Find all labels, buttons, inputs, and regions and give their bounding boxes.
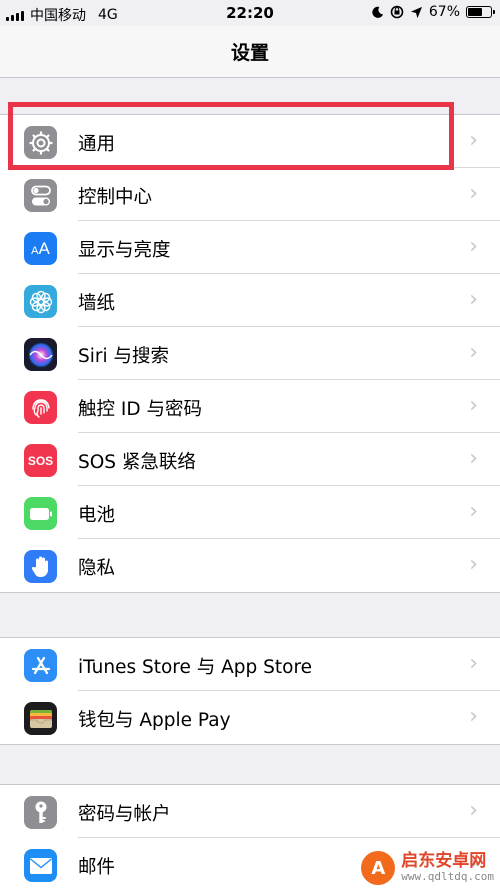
chevron-right-icon: ›	[469, 798, 478, 823]
chevron-right-icon: ›	[469, 499, 478, 524]
settings-group-stores: iTunes Store 与 App Store › 钱包与 Apple Pay…	[0, 637, 500, 745]
settings-row-label: 邮件	[78, 857, 116, 878]
settings-row-label: 隐私	[78, 558, 116, 579]
watermark-url: www.qdltdq.com	[401, 870, 494, 884]
rotation-lock-icon	[390, 5, 404, 19]
settings-row-siri-search[interactable]: Siri 与搜索 ›	[0, 327, 500, 380]
chevron-right-icon: ›	[469, 128, 478, 153]
gear-icon	[24, 126, 57, 159]
settings-row-label: 显示与亮度	[78, 240, 171, 261]
app-store-icon	[24, 649, 57, 682]
watermark: A 启东安卓网 www.qdltdq.com	[361, 851, 494, 885]
status-right: 67%	[371, 4, 495, 20]
text-size-icon: AA	[24, 232, 57, 265]
settings-row-privacy[interactable]: 隐私 ›	[0, 539, 500, 592]
mail-icon	[24, 849, 57, 882]
settings-row-control-center[interactable]: 控制中心 ›	[0, 168, 500, 221]
chevron-right-icon: ›	[469, 287, 478, 312]
chevron-right-icon: ›	[469, 446, 478, 471]
chevron-right-icon: ›	[469, 651, 478, 676]
settings-row-battery[interactable]: 电池 ›	[0, 486, 500, 539]
siri-icon	[24, 338, 57, 371]
hand-icon	[24, 550, 57, 583]
settings-row-label: 钱包与 Apple Pay	[78, 710, 231, 731]
settings-row-general[interactable]: 通用 ›	[0, 115, 500, 168]
chevron-right-icon: ›	[469, 234, 478, 259]
watermark-text: 启东安卓网 www.qdltdq.com	[401, 851, 494, 884]
moon-icon	[372, 6, 383, 18]
navigation-bar: 设置	[0, 26, 500, 78]
page-title: 设置	[230, 42, 269, 64]
settings-row-wallet-apple-pay[interactable]: 钱包与 Apple Pay ›	[0, 691, 500, 744]
settings-row-label: 控制中心	[78, 187, 153, 208]
settings-row-wallpaper[interactable]: 墙纸 ›	[0, 274, 500, 327]
settings-row-label: 密码与帐户	[78, 804, 171, 825]
wallet-icon	[24, 702, 57, 735]
toggles-icon	[24, 179, 57, 212]
settings-row-label: 通用	[78, 134, 116, 155]
settings-row-label: SOS 紧急联络	[78, 452, 196, 473]
fingerprint-icon	[24, 391, 57, 424]
status-bar: 中国移动 4G 22:20 67%	[0, 0, 500, 26]
settings-row-touch-id-passcode[interactable]: 触控 ID 与密码 ›	[0, 380, 500, 433]
chevron-right-icon: ›	[469, 181, 478, 206]
chevron-right-icon: ›	[469, 393, 478, 418]
watermark-logo-icon: A	[361, 851, 396, 885]
chevron-right-icon: ›	[469, 552, 478, 577]
settings-row-emergency-sos[interactable]: SOS SOS 紧急联络 ›	[0, 433, 500, 486]
flower-icon	[24, 285, 57, 318]
sos-icon: SOS	[24, 444, 57, 477]
settings-row-display-brightness[interactable]: AA 显示与亮度 ›	[0, 221, 500, 274]
watermark-name: 启东安卓网	[401, 851, 487, 872]
settings-row-label: Siri 与搜索	[78, 346, 170, 367]
battery-icon	[24, 497, 57, 530]
chevron-right-icon: ›	[469, 704, 478, 729]
settings-row-passwords-accounts[interactable]: 密码与帐户 ›	[0, 785, 500, 838]
settings-row-label: iTunes Store 与 App Store	[78, 657, 313, 678]
settings-group-general: 通用 › 控制中心 › AA 显示与亮度 › 墙纸 › Siri 与搜索 › 触…	[0, 114, 500, 593]
battery-percent: 67%	[428, 4, 460, 20]
location-icon	[410, 6, 422, 18]
chevron-right-icon: ›	[469, 340, 478, 365]
battery-status-icon	[466, 6, 495, 18]
settings-row-label: 电池	[78, 505, 116, 526]
settings-row-label: 墙纸	[78, 293, 116, 314]
key-icon	[24, 796, 57, 829]
settings-row-label: 触控 ID 与密码	[78, 399, 202, 420]
settings-row-itunes-app-store[interactable]: iTunes Store 与 App Store ›	[0, 638, 500, 691]
